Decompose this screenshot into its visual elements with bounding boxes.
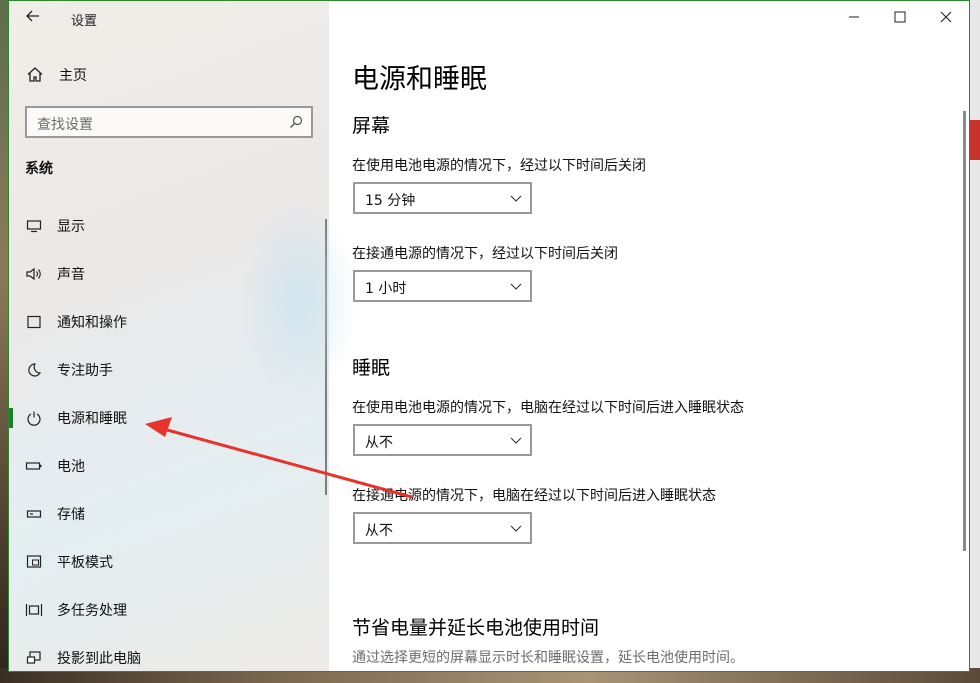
sidebar-item-sound[interactable]: 声音 — [9, 250, 329, 298]
chevron-down-icon — [510, 195, 522, 202]
settings-window: 设置 主页 查找设置 系统 显示 声音 通知和操作 专注助手 电源和睡眠 电池 … — [8, 0, 970, 672]
main-content: 电源和睡眠 屏幕 在使用电池电源的情况下，经过以下时间后关闭 15 分钟 在接通… — [352, 1, 952, 671]
chevron-down-icon — [510, 525, 522, 532]
sleep-battery-dropdown[interactable]: 从不 — [353, 424, 532, 456]
desktop-background-left — [0, 0, 8, 683]
content-scrollbar[interactable] — [963, 111, 966, 551]
screen-plugged-label: 在接通电源的情况下，经过以下时间后关闭 — [352, 246, 618, 262]
moon-icon — [28, 363, 42, 377]
sidebar-item-project[interactable]: 投影到此电脑 — [9, 634, 329, 671]
search-input[interactable]: 查找设置 — [25, 106, 313, 138]
screen-battery-label: 在使用电池电源的情况下，经过以下时间后关闭 — [352, 158, 646, 174]
tablet-icon — [26, 555, 42, 568]
chevron-down-icon — [510, 437, 522, 444]
notification-icon — [27, 315, 41, 329]
save-power-description: 通过选择更短的屏幕显示时长和睡眠设置，延长电池使用时间。 — [352, 650, 744, 666]
dropdown-value: 从不 — [365, 435, 393, 451]
sidebar-item-label: 存储 — [57, 507, 85, 523]
sidebar-item-label: 多任务处理 — [57, 603, 127, 619]
sidebar-scrollbar[interactable] — [325, 219, 327, 495]
sleep-plugged-label: 在接通电源的情况下，电脑在经过以下时间后进入睡眠状态 — [352, 488, 716, 504]
sidebar-item-label: 显示 — [57, 219, 85, 235]
sidebar-item-label: 声音 — [57, 267, 85, 283]
sleep-plugged-dropdown[interactable]: 从不 — [353, 512, 532, 544]
sidebar-item-multitasking[interactable]: 多任务处理 — [9, 586, 329, 634]
sidebar-home[interactable]: 主页 — [25, 63, 87, 87]
sidebar-item-tablet-mode[interactable]: 平板模式 — [9, 538, 329, 586]
power-icon — [27, 411, 41, 426]
back-arrow-icon — [26, 10, 39, 22]
sidebar-item-storage[interactable]: 存储 — [9, 490, 329, 538]
search-icon — [290, 115, 303, 128]
screen-plugged-dropdown[interactable]: 1 小时 — [353, 270, 532, 302]
sidebar-item-label: 专注助手 — [57, 363, 113, 379]
sidebar-nav: 显示 声音 通知和操作 专注助手 电源和睡眠 电池 存储 平板模式 多任务处理 … — [9, 202, 329, 671]
dropdown-value: 1 小时 — [365, 281, 407, 297]
sidebar-item-display[interactable]: 显示 — [9, 202, 329, 250]
speaker-icon — [26, 267, 41, 281]
sidebar-item-focus-assist[interactable]: 专注助手 — [9, 346, 329, 394]
sleep-battery-label: 在使用电池电源的情况下，电脑在经过以下时间后进入睡眠状态 — [352, 400, 744, 416]
desktop-background-right — [970, 0, 980, 683]
sidebar-item-label: 电池 — [57, 459, 85, 475]
sidebar-home-label: 主页 — [59, 68, 87, 84]
sidebar-item-power-sleep[interactable]: 电源和睡眠 — [9, 394, 329, 442]
sidebar-item-label: 电源和睡眠 — [57, 411, 127, 427]
sidebar-item-notifications[interactable]: 通知和操作 — [9, 298, 329, 346]
sidebar-item-label: 平板模式 — [57, 555, 113, 571]
dropdown-value: 15 分钟 — [365, 193, 416, 209]
screen-battery-dropdown[interactable]: 15 分钟 — [353, 182, 532, 214]
battery-icon — [25, 462, 42, 470]
sidebar-item-label: 通知和操作 — [57, 315, 127, 331]
sidebar-item-battery[interactable]: 电池 — [9, 442, 329, 490]
display-icon — [26, 220, 42, 233]
search-placeholder: 查找设置 — [37, 117, 93, 133]
sidebar: 设置 主页 查找设置 系统 显示 声音 通知和操作 专注助手 电源和睡眠 电池 … — [9, 1, 359, 671]
sidebar-item-label: 投影到此电脑 — [57, 651, 141, 667]
back-button[interactable] — [21, 7, 45, 31]
page-title: 电源和睡眠 — [352, 64, 487, 95]
app-title: 设置 — [71, 14, 98, 29]
screen-heading: 屏幕 — [352, 115, 391, 137]
sleep-heading: 睡眠 — [352, 357, 391, 379]
save-power-heading: 节省电量并延长电池使用时间 — [352, 617, 600, 639]
dropdown-value: 从不 — [365, 523, 393, 539]
storage-icon — [26, 510, 42, 518]
multitask-icon — [25, 604, 43, 616]
chevron-down-icon — [510, 283, 522, 290]
project-icon — [26, 651, 41, 664]
home-icon — [27, 67, 43, 82]
sidebar-section-title: 系统 — [25, 161, 53, 177]
